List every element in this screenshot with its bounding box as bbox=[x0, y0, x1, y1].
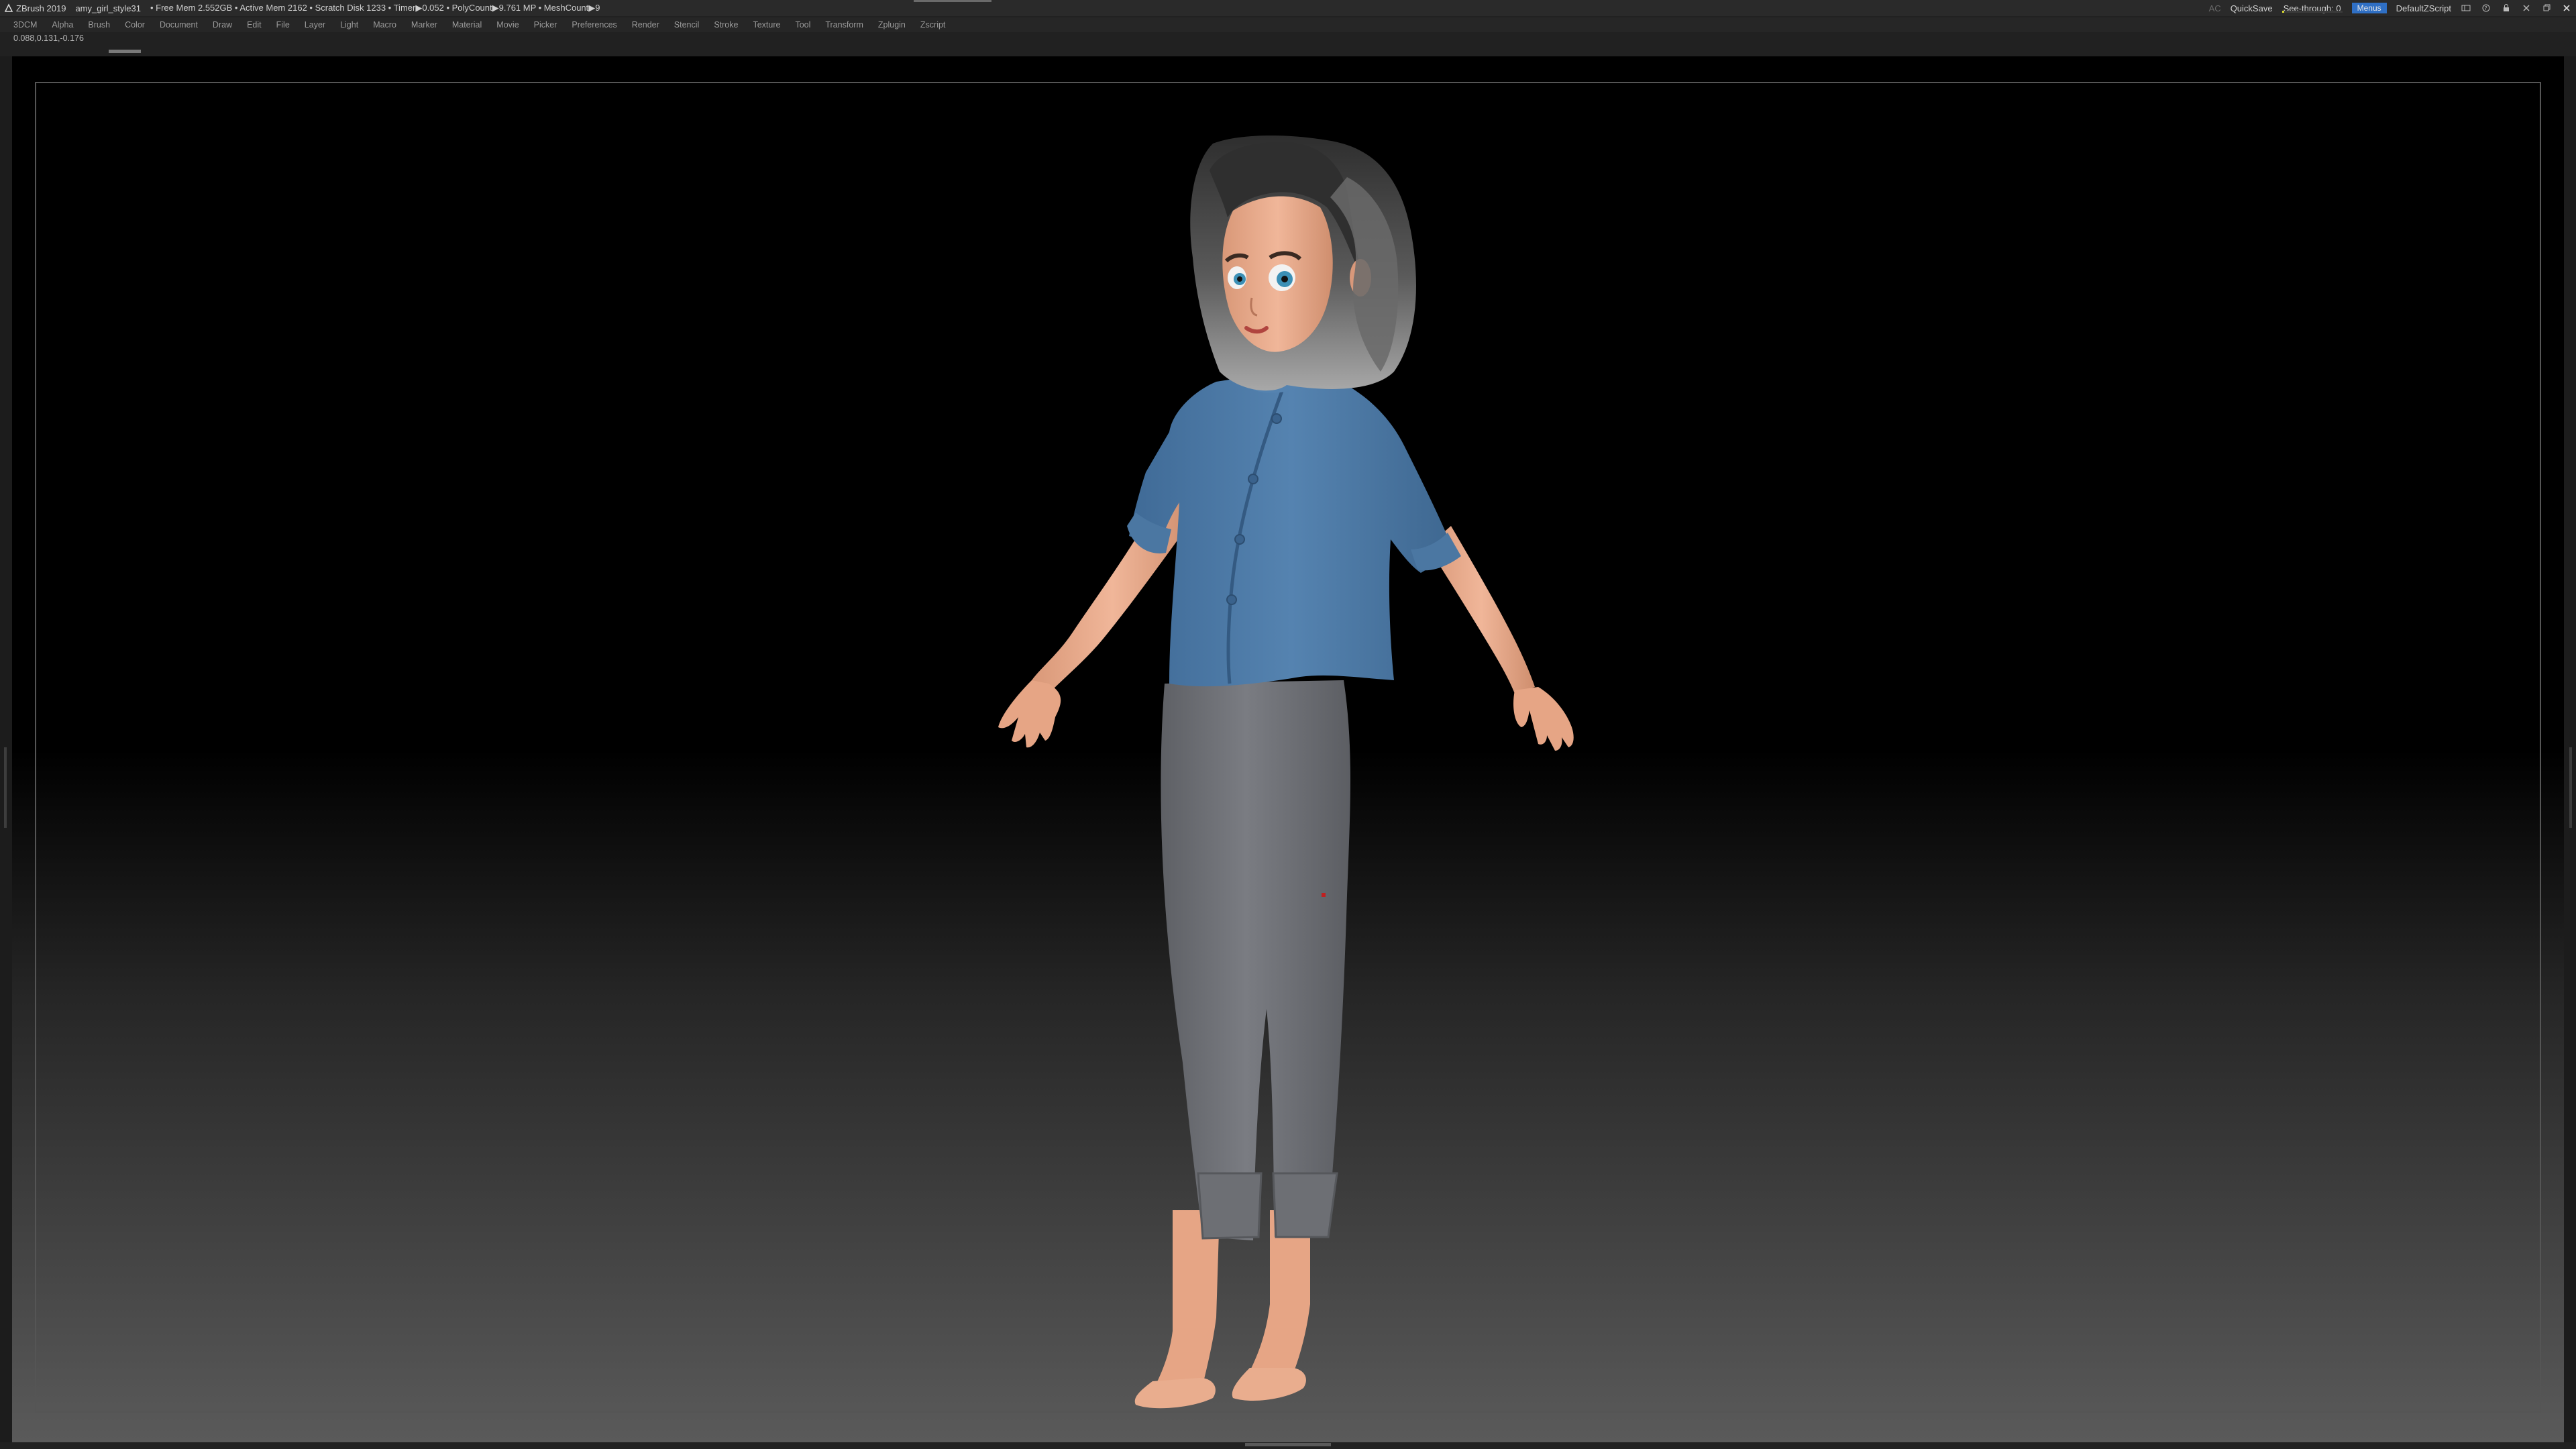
menu-item-edit[interactable]: Edit bbox=[247, 20, 262, 30]
ac-button[interactable]: AC bbox=[2209, 3, 2221, 13]
menu-item-preferences[interactable]: Preferences bbox=[572, 20, 616, 30]
menu-item-light[interactable]: Light bbox=[340, 20, 358, 30]
file-name: amy_girl_style31 bbox=[75, 3, 141, 13]
svg-text:?: ? bbox=[2485, 5, 2487, 11]
shirt bbox=[1129, 375, 1454, 687]
zbrush-logo-icon[interactable] bbox=[4, 3, 13, 13]
menu-item-texture[interactable]: Texture bbox=[753, 20, 780, 30]
minimize-icon[interactable] bbox=[2521, 3, 2532, 13]
lock-icon[interactable] bbox=[2501, 3, 2512, 13]
menu-item-document[interactable]: Document bbox=[160, 20, 198, 30]
menu-item-zscript[interactable]: Zscript bbox=[920, 20, 946, 30]
help-icon[interactable]: ? bbox=[2481, 3, 2491, 13]
menu-item-color[interactable]: Color bbox=[125, 20, 145, 30]
menu-item-alpha[interactable]: Alpha bbox=[52, 20, 73, 30]
quicksave-button[interactable]: QuickSave bbox=[2231, 3, 2273, 13]
menu-bar: 3DCM Alpha Brush Color Document Draw Edit File L… bbox=[0, 17, 2576, 32]
menu-item-material[interactable]: Material bbox=[452, 20, 482, 30]
menus-button[interactable]: Menus bbox=[2351, 3, 2387, 13]
menu-item-picker[interactable]: Picker bbox=[534, 20, 557, 30]
menu-item-brush[interactable]: Brush bbox=[88, 20, 110, 30]
left-foot bbox=[1134, 1378, 1216, 1409]
left-tray-handle[interactable] bbox=[4, 747, 7, 828]
default-zscript-button[interactable]: DefaultZScript bbox=[2396, 3, 2451, 13]
menu-item-tool[interactable]: Tool bbox=[795, 20, 810, 30]
app-name: ZBrush 2019 bbox=[16, 3, 66, 13]
left-cuff bbox=[1197, 1172, 1263, 1240]
see-through-fill bbox=[2282, 10, 2285, 13]
right-cuff bbox=[1272, 1172, 1338, 1238]
menu-item-transform[interactable]: Transform bbox=[825, 20, 863, 30]
menu-item-zplugin[interactable]: Zplugin bbox=[878, 20, 906, 30]
see-through-slider[interactable]: See-through: 0 bbox=[2282, 3, 2343, 13]
memory-stats: • Free Mem 2.552GB • Active Mem 2162 • S… bbox=[150, 3, 600, 13]
restore-icon[interactable] bbox=[2541, 3, 2552, 13]
left-tray[interactable] bbox=[0, 56, 12, 1442]
menu-item-stroke[interactable]: Stroke bbox=[714, 20, 738, 30]
right-tray-handle[interactable] bbox=[2569, 747, 2572, 828]
menu-item-movie[interactable]: Movie bbox=[496, 20, 519, 30]
shelf-handle[interactable] bbox=[109, 50, 141, 53]
menu-item-file[interactable]: File bbox=[276, 20, 290, 30]
top-tab-indicator bbox=[914, 0, 991, 2]
right-hand bbox=[1513, 687, 1574, 751]
pants bbox=[1161, 680, 1350, 1240]
left-hand bbox=[998, 680, 1061, 748]
title-bar-right: AC QuickSave See-through: 0 Menus Defaul… bbox=[2209, 0, 2572, 16]
right-tray[interactable] bbox=[2564, 56, 2576, 1442]
bottom-tray-handle[interactable] bbox=[1245, 1443, 1331, 1446]
close-icon[interactable] bbox=[2561, 3, 2572, 13]
title-bar: ZBrush 2019 amy_girl_style31 • Free Mem … bbox=[0, 0, 2576, 16]
menu-item-marker[interactable]: Marker bbox=[411, 20, 437, 30]
right-foot bbox=[1232, 1368, 1306, 1401]
menu-item-stencil[interactable]: Stencil bbox=[674, 20, 700, 30]
menu-item-layer[interactable]: Layer bbox=[305, 20, 325, 30]
menu-item-3dcm[interactable]: 3DCM bbox=[13, 20, 37, 30]
transpose-marker bbox=[1322, 893, 1326, 897]
zbrush-window: ZBrush 2019 amy_girl_style31 • Free Mem … bbox=[0, 0, 2576, 1449]
menu-item-render[interactable]: Render bbox=[632, 20, 659, 30]
3d-character-model[interactable] bbox=[12, 56, 2564, 1442]
coordinate-readout: 0.088,0.131,-0.176 bbox=[13, 34, 84, 43]
menu-item-draw[interactable]: Draw bbox=[213, 20, 232, 30]
document-canvas[interactable] bbox=[12, 56, 2564, 1442]
menu-item-macro[interactable]: Macro bbox=[373, 20, 396, 30]
layout-icon[interactable] bbox=[2461, 3, 2471, 13]
